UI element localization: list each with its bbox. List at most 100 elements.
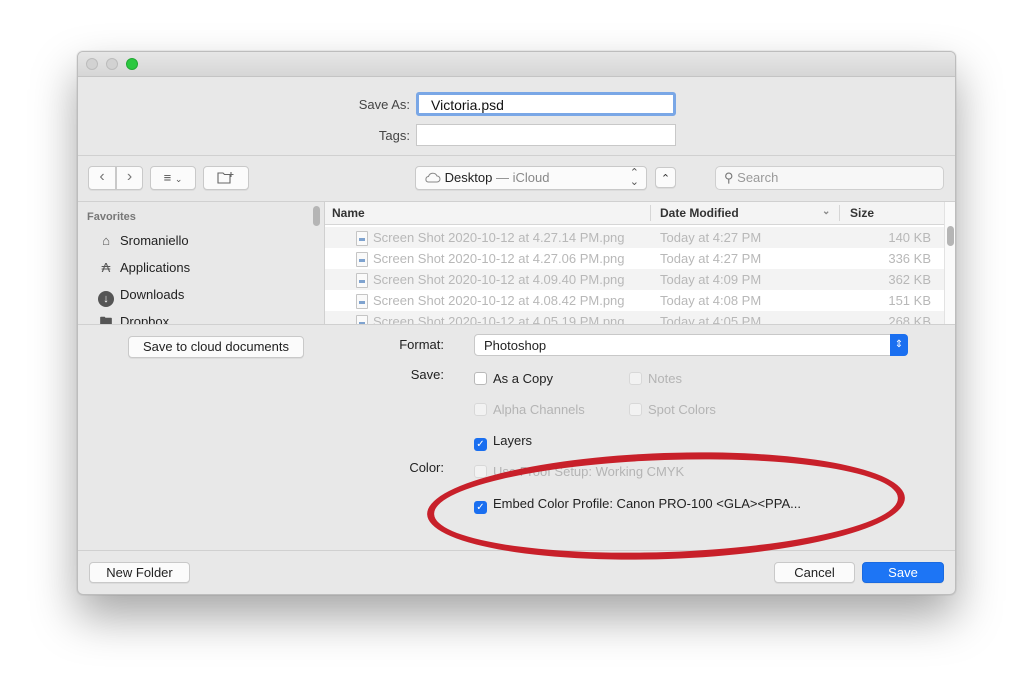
file-name: Screen Shot 2020-10-12 at 4.27.14 PM.png	[373, 230, 625, 245]
new-folder-icon-button[interactable]	[203, 166, 249, 190]
divider	[78, 550, 955, 551]
format-select[interactable]: Photoshop ⇕	[474, 334, 908, 356]
forward-button[interactable]: ›	[116, 166, 143, 190]
checkmark-icon: ✓	[474, 501, 487, 514]
sidebar-item-dropbox[interactable]: 🖿 Dropbox	[96, 312, 169, 324]
file-name: Screen Shot 2020-10-12 at 4.05.19 PM.png	[373, 314, 625, 324]
embed-color-profile-checkbox[interactable]: ✓ Embed Color Profile: Canon PRO-100 <GLA…	[474, 496, 801, 514]
close-button[interactable]	[86, 58, 98, 70]
checkbox-box	[629, 403, 642, 416]
file-size: 151 KB	[888, 293, 931, 308]
sidebar-item-label: Sromaniello	[120, 233, 189, 248]
checkbox-label: Embed Color Profile: Canon PRO-100 <GLA>…	[493, 496, 801, 511]
view-options-button[interactable]: ≡ ⌄	[150, 166, 196, 190]
image-file-icon	[356, 315, 368, 324]
save-as-field[interactable]: Victoria.psd	[416, 92, 676, 116]
cloud-icon	[425, 172, 441, 183]
file-date: Today at 4:05 PM	[660, 314, 762, 324]
file-date: Today at 4:09 PM	[660, 272, 762, 287]
file-list: Name Date Modified ⌄ Size Screen Shot 20…	[324, 202, 945, 324]
file-name: Screen Shot 2020-10-12 at 4.27.06 PM.png	[373, 251, 625, 266]
file-name: Screen Shot 2020-10-12 at 4.08.42 PM.png	[373, 293, 625, 308]
color-label: Color:	[409, 460, 444, 475]
use-proof-setup-checkbox[interactable]: Use Proof Setup: Working CMYK	[474, 464, 684, 482]
file-size: 362 KB	[888, 272, 931, 287]
file-date: Today at 4:27 PM	[660, 251, 762, 266]
file-row[interactable]: Screen Shot 2020-10-12 at 4.09.40 PM.png…	[325, 269, 945, 290]
new-folder-button[interactable]: New Folder	[89, 562, 190, 583]
notes-checkbox[interactable]: Notes	[629, 371, 682, 389]
checkbox-label: Alpha Channels	[493, 402, 585, 417]
chevron-up-icon: ⌃	[660, 173, 671, 185]
checkbox-label: Use Proof Setup: Working CMYK	[493, 464, 685, 479]
checkbox-label: As a Copy	[493, 371, 553, 386]
column-name[interactable]: Name	[332, 206, 365, 220]
checkbox-label: Spot Colors	[648, 402, 716, 417]
title-bar	[78, 52, 955, 77]
checkbox-box	[629, 372, 642, 385]
column-divider	[650, 205, 651, 221]
expand-collapse-button[interactable]: ⌃	[655, 167, 676, 188]
file-row[interactable]: Screen Shot 2020-10-12 at 4.27.14 PM.png…	[325, 227, 945, 248]
home-icon: ⌂	[102, 233, 110, 248]
file-row[interactable]: Screen Shot 2020-10-12 at 4.05.19 PM.png…	[325, 311, 945, 324]
sidebar-item-label: Applications	[120, 260, 191, 275]
sidebar-item-downloads[interactable]: ↓ Downloads	[96, 285, 185, 307]
save-to-cloud-button[interactable]: Save to cloud documents	[128, 336, 304, 358]
checkbox-box	[474, 372, 487, 385]
location-name: Desktop	[444, 170, 493, 185]
format-label: Format:	[399, 337, 444, 352]
as-a-copy-checkbox[interactable]: As a Copy	[474, 371, 553, 389]
format-value: Photoshop	[484, 338, 547, 353]
folder-icon: 🖿	[99, 314, 113, 324]
applications-icon: ₳	[101, 260, 111, 275]
tags-field[interactable]	[416, 124, 676, 146]
search-placeholder: Search	[737, 170, 779, 185]
alpha-channels-checkbox[interactable]: Alpha Channels	[474, 402, 585, 420]
sidebar-item-applications[interactable]: ₳ Applications	[96, 258, 190, 278]
sidebar: Favorites ⌂ Sromaniello ₳ Applications ↓ Do…	[78, 202, 324, 324]
checkbox-label: Notes	[648, 371, 682, 386]
image-file-icon	[356, 273, 368, 288]
search-field[interactable]: ⚲ Search	[715, 166, 944, 190]
sort-chevron-icon: ⌄	[822, 206, 831, 217]
save-dialog: Save As: Victoria.psd Tags: ‹ › ≡ ⌄ Desk…	[77, 51, 956, 595]
sidebar-item-home[interactable]: ⌂ Sromaniello	[96, 231, 189, 251]
divider	[78, 324, 955, 325]
column-divider	[839, 205, 840, 221]
file-list-header: Name Date Modified ⌄ Size	[325, 202, 945, 225]
file-size: 268 KB	[888, 314, 931, 324]
sidebar-scrollbar[interactable]	[313, 206, 320, 226]
search-icon: ⚲	[724, 170, 734, 185]
checkbox-box	[474, 465, 487, 478]
sidebar-item-label: Downloads	[120, 287, 185, 302]
column-date-modified[interactable]: Date Modified	[660, 206, 739, 220]
save-button[interactable]: Save	[862, 562, 944, 583]
cancel-button[interactable]: Cancel	[774, 562, 855, 583]
file-name: Screen Shot 2020-10-12 at 4.09.40 PM.png	[373, 272, 625, 287]
divider	[78, 155, 955, 156]
up-down-chevron-icon: ⌃ ⌄	[629, 167, 639, 188]
spot-colors-checkbox[interactable]: Spot Colors	[629, 402, 716, 420]
file-size: 336 KB	[888, 251, 931, 266]
minimize-button[interactable]	[106, 58, 118, 70]
back-button[interactable]: ‹	[88, 166, 116, 190]
file-row[interactable]: Screen Shot 2020-10-12 at 4.27.06 PM.png…	[325, 248, 945, 269]
chevron-right-icon: ›	[126, 168, 133, 185]
column-size[interactable]: Size	[850, 206, 874, 220]
file-date: Today at 4:08 PM	[660, 293, 762, 308]
checkmark-icon: ✓	[474, 438, 487, 451]
file-row[interactable]: Screen Shot 2020-10-12 at 4.08.42 PM.png…	[325, 290, 945, 311]
zoom-button[interactable]	[126, 58, 138, 70]
location-service: — iCloud	[495, 170, 550, 185]
file-list-scrollbar[interactable]	[944, 202, 955, 324]
image-file-icon	[356, 252, 368, 267]
save-as-label: Save As:	[358, 97, 410, 112]
file-size: 140 KB	[888, 230, 931, 245]
location-popup[interactable]: Desktop — iCloud ⌃ ⌄	[415, 166, 647, 190]
layers-checkbox[interactable]: ✓ Layers	[474, 433, 532, 451]
list-view-icon: ≡	[163, 170, 172, 185]
scroll-thumb[interactable]	[947, 226, 954, 246]
image-file-icon	[356, 231, 368, 246]
downloads-icon: ↓	[98, 291, 114, 307]
